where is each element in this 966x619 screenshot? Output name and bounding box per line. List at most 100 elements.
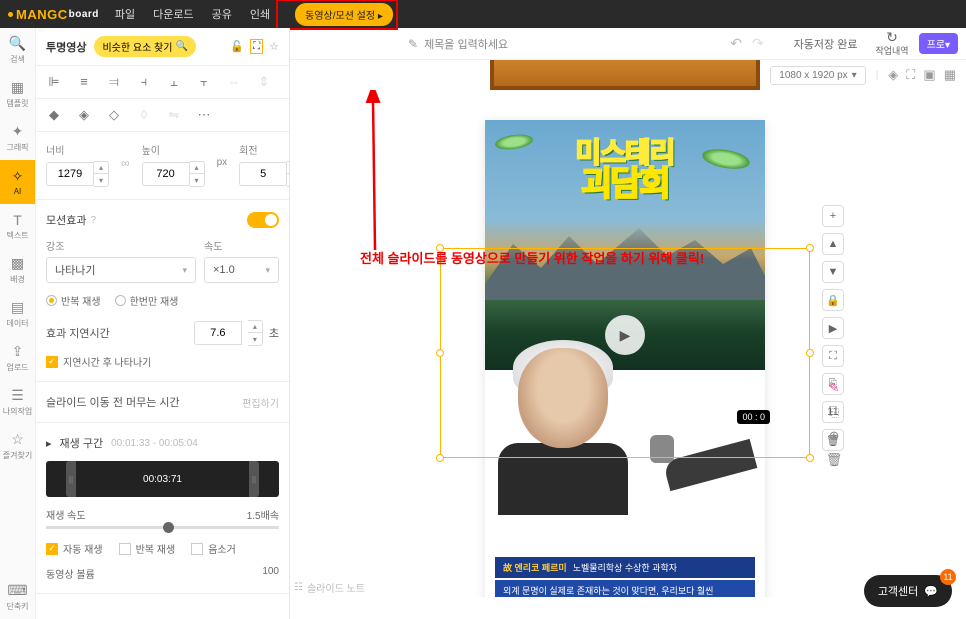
repeat-radio[interactable]: 반복 재생 — [46, 293, 101, 308]
layers-icon[interactable]: ◈ — [888, 67, 898, 83]
rotate-label: 회전 — [239, 142, 290, 157]
resize-handle[interactable] — [806, 244, 814, 252]
help-icon[interactable]: ? — [90, 215, 96, 226]
plan-dropdown[interactable]: 프로▾ — [919, 33, 958, 54]
slide-thumbnail-1[interactable] — [490, 60, 760, 90]
video-settings-highlight: 동영상/모션 설정 ▸ — [276, 0, 398, 30]
more-icon[interactable]: ⋯ — [196, 107, 212, 123]
grid-icon[interactable]: ▦ — [944, 67, 956, 83]
add-slide-button[interactable]: + — [822, 205, 844, 227]
emphasis-select[interactable]: 나타나기 — [46, 257, 196, 283]
layer-forward-icon[interactable]: ◈ — [76, 107, 92, 123]
resize-handle[interactable] — [436, 454, 444, 462]
layer-tools: ◆ ◈ ◇ ◊ ⇋ ⋯ — [36, 99, 289, 132]
move-down-button[interactable]: ▼ — [822, 261, 844, 283]
mute-checkbox[interactable] — [191, 543, 203, 555]
rail-bg[interactable]: ▩배경 — [0, 248, 35, 292]
undo-button[interactable]: ↶ — [730, 35, 742, 52]
delay-stepper[interactable]: ▴▾ — [248, 320, 263, 346]
crop-icon[interactable]: ⛶ — [250, 39, 263, 54]
eyedropper-icon[interactable]: ✎ — [829, 380, 840, 396]
resize-handle[interactable] — [806, 349, 814, 357]
speed-label: 속도 — [204, 238, 279, 253]
redo-button[interactable]: ↷ — [752, 35, 764, 52]
trim-end-handle[interactable]: || — [249, 461, 259, 497]
rail-upload[interactable]: ⇪업로드 — [0, 336, 35, 380]
rail-mywork[interactable]: ☰나의작업 — [0, 380, 35, 424]
after-delay-checkbox[interactable]: ✓ — [46, 356, 58, 368]
history-button[interactable]: ↻ 작업내역 — [875, 30, 908, 57]
autoplay-checkbox[interactable]: ✓ — [46, 543, 58, 555]
resize-handle[interactable] — [806, 454, 814, 462]
title-input-group[interactable]: 제목을 입력하세요 — [408, 36, 508, 52]
move-up-button[interactable]: ▲ — [822, 233, 844, 255]
trim-start-handle[interactable]: || — [66, 461, 76, 497]
align-top-icon[interactable]: ⫞ — [136, 74, 152, 90]
layer-backward-icon[interactable]: ◇ — [106, 107, 122, 123]
align-bottom-icon[interactable]: ⫟ — [196, 74, 212, 90]
canvas-area: − 40% + 1080 x 1920 px▾ | ◈ ⛶ ▣ ▦ 미스테리 괴… — [290, 60, 966, 597]
autosave-status: 자동저장 완료 — [794, 36, 858, 52]
canvas-size-dropdown[interactable]: 1080 x 1920 px▾ — [770, 66, 865, 85]
edit-pause-link[interactable]: 편집하기 — [242, 395, 279, 410]
rail-template[interactable]: ▦템플릿 — [0, 72, 35, 116]
menu-download[interactable]: 다운로드 — [153, 6, 193, 22]
rotate-input[interactable] — [239, 162, 287, 186]
menu-file[interactable]: 파일 — [115, 6, 135, 22]
align-right-icon[interactable]: ⫤ — [106, 74, 122, 90]
rail-shortcut[interactable]: ⌨단축키 — [0, 575, 35, 619]
play-slide-button[interactable]: ▶ — [822, 317, 844, 339]
lock-button[interactable]: 🔒 — [822, 289, 844, 311]
align-left-icon[interactable]: ⊫ — [46, 74, 62, 90]
speed-slider[interactable] — [46, 526, 279, 529]
add-circle-icon[interactable]: ⊕ — [829, 428, 840, 444]
favorite-icon[interactable]: ☆ — [269, 40, 279, 53]
selection-frame[interactable] — [440, 248, 810, 458]
rail-search[interactable]: 🔍검색 — [0, 28, 35, 72]
fullscreen-icon[interactable]: ▣ — [923, 67, 935, 83]
trash-icon[interactable]: 🗑 — [826, 452, 843, 468]
title-placeholder[interactable]: 제목을 입력하세요 — [424, 36, 508, 52]
fit-icon[interactable]: ⛶ — [906, 67, 915, 83]
motion-section: 모션효과 ? 강조 나타나기 속도 ×1.0 반복 재생 한번만 재생 효과 지… — [36, 200, 289, 382]
menu-share[interactable]: 공유 — [212, 6, 232, 22]
rail-text[interactable]: T텍스트 — [0, 204, 35, 248]
align-vcenter-icon[interactable]: ⫠ — [166, 74, 182, 90]
emphasis-label: 강조 — [46, 238, 196, 253]
delay-input[interactable] — [194, 321, 242, 345]
motion-toggle[interactable] — [247, 212, 279, 228]
lock-icon[interactable]: 🔓 — [230, 40, 244, 53]
layer-back-icon[interactable]: ◊ — [136, 107, 152, 123]
link-dimensions-icon[interactable]: ∞ — [121, 156, 130, 173]
rail-fav[interactable]: ☆즐겨찾기 — [0, 424, 35, 468]
speed-select[interactable]: ×1.0 — [204, 257, 279, 283]
height-input[interactable] — [142, 162, 190, 186]
history-icon: ↻ — [886, 30, 898, 44]
video-motion-settings-button[interactable]: 동영상/모션 설정 ▸ — [295, 3, 393, 26]
playback-speed-label: 재생 속도 — [46, 507, 86, 522]
flip-h-icon[interactable]: ⇋ — [166, 107, 182, 123]
align-hcenter-icon[interactable]: ≡ — [76, 74, 92, 90]
crop-tool-button[interactable]: ⛶ — [822, 345, 844, 367]
once-radio[interactable]: 한번만 재생 — [115, 293, 179, 308]
height-stepper[interactable]: ▴▾ — [190, 161, 205, 187]
duplicate-icon[interactable]: ⎘ — [829, 404, 839, 420]
menu-print[interactable]: 인쇄 — [250, 6, 270, 22]
layer-front-icon[interactable]: ◆ — [46, 107, 62, 123]
volume-value: 100 — [262, 566, 279, 581]
timeline-scrubber[interactable]: || 00:03:71 || — [46, 461, 279, 497]
rail-ai[interactable]: ✧AI — [0, 160, 35, 204]
customer-center-button[interactable]: 고객센터 💬 11 — [864, 575, 952, 607]
rail-graphic[interactable]: ✦그래픽 — [0, 116, 35, 160]
annotation-arrow — [315, 90, 485, 260]
repeat-checkbox[interactable] — [119, 543, 131, 555]
rail-data[interactable]: ▤데이터 — [0, 292, 35, 336]
slider-thumb[interactable] — [163, 522, 174, 533]
width-label: 너비 — [46, 142, 109, 157]
slide-note-field[interactable]: ☷ 슬라이드 노트 — [294, 580, 365, 595]
resize-handle[interactable] — [436, 349, 444, 357]
find-similar-button[interactable]: 비슷한 요소 찾기🔍 — [94, 36, 195, 57]
width-stepper[interactable]: ▴▾ — [94, 161, 109, 187]
template-icon: ▦ — [11, 79, 24, 96]
width-input[interactable] — [46, 162, 94, 186]
